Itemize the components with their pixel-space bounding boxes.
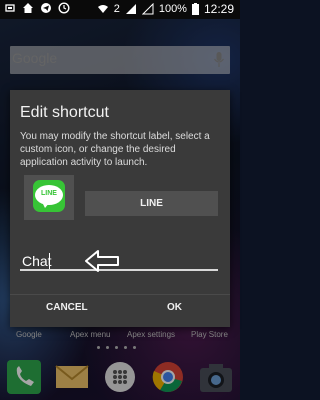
dialog-message: You may modify the shortcut label, selec… xyxy=(20,131,210,168)
line-app-icon: LINE xyxy=(33,180,65,212)
signal-icon xyxy=(125,4,136,14)
clock-time: 12:29 xyxy=(203,2,234,16)
text-cursor xyxy=(49,253,50,269)
battery-percent: 100% xyxy=(158,3,187,15)
battery-icon xyxy=(191,3,199,15)
ok-button[interactable]: OK xyxy=(167,302,182,313)
shortcut-label-input[interactable]: Chat xyxy=(22,253,52,269)
telegram-icon xyxy=(41,3,51,13)
signal-off-icon xyxy=(141,3,154,15)
clock-icon xyxy=(58,2,70,14)
activity-button[interactable]: LINE xyxy=(85,191,218,216)
dialog-title: Edit shortcut xyxy=(20,104,109,121)
home-icon xyxy=(23,3,33,13)
button-divider xyxy=(10,294,230,295)
line-icon-label: LINE xyxy=(41,190,57,197)
cancel-button[interactable]: CANCEL xyxy=(46,302,88,313)
usb-icon xyxy=(5,4,15,12)
arrow-left-icon xyxy=(85,250,119,272)
wifi-icon xyxy=(97,5,108,13)
notification-count: 2 xyxy=(113,3,120,15)
status-bar: 2 100% 12:29 xyxy=(0,0,240,19)
